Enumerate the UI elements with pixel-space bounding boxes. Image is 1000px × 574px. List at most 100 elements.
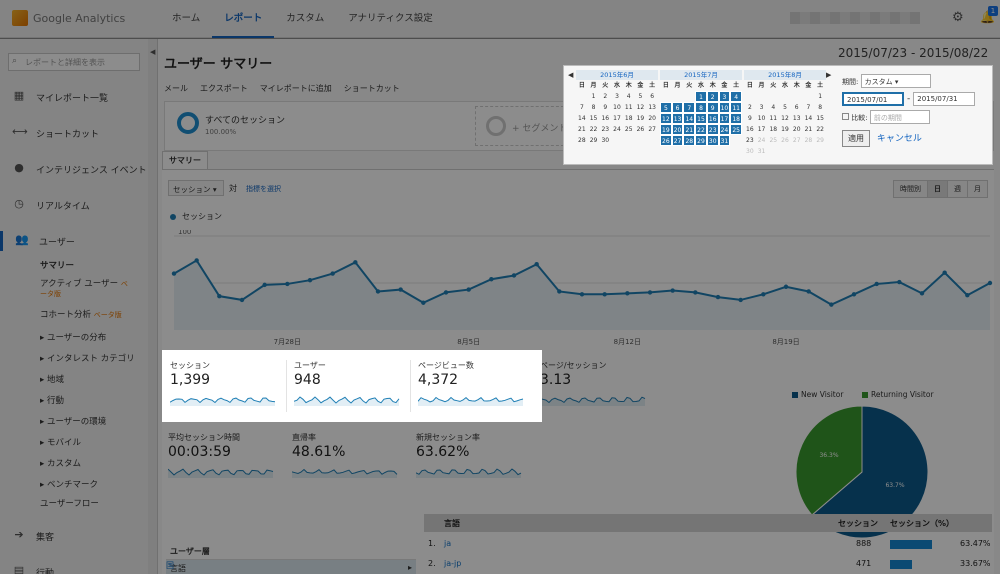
- calendar-day[interactable]: 4: [767, 102, 779, 113]
- calendar-day[interactable]: 17: [611, 113, 623, 124]
- calendar-day[interactable]: 26: [660, 135, 672, 146]
- calendar-day[interactable]: 31: [718, 135, 731, 146]
- calendar-day[interactable]: 13: [646, 102, 658, 113]
- sub-item-custom[interactable]: ▸ カスタム: [40, 457, 81, 469]
- data-point[interactable]: [761, 292, 766, 297]
- calendar-day[interactable]: 23: [744, 135, 756, 146]
- data-point[interactable]: [239, 297, 245, 303]
- data-point[interactable]: [715, 294, 721, 300]
- demographics-row-country[interactable]: 国: [166, 560, 174, 571]
- data-point[interactable]: [919, 291, 925, 296]
- calendar-day[interactable]: 12: [635, 102, 647, 113]
- calendar-day[interactable]: 6: [791, 102, 803, 113]
- calendar-day[interactable]: 2: [706, 91, 719, 102]
- calendar-day[interactable]: 5: [779, 102, 791, 113]
- data-point[interactable]: [534, 262, 539, 267]
- sidebar-item-audience[interactable]: 👥 ユーザー: [0, 231, 148, 251]
- sidebar-item-intelligence[interactable]: ● インテリジェンス イベント: [0, 159, 148, 179]
- calendar-day[interactable]: 26: [779, 135, 791, 146]
- calendar-day[interactable]: 30: [706, 135, 719, 146]
- sub-item-users-flow[interactable]: ユーザーフロー: [40, 497, 99, 509]
- calendar-day[interactable]: 25: [767, 135, 779, 146]
- segment-name[interactable]: すべてのセッション: [205, 113, 285, 126]
- data-point[interactable]: [987, 280, 993, 286]
- calendar-day[interactable]: 13: [791, 113, 803, 124]
- tab-summary[interactable]: サマリー: [162, 151, 208, 169]
- calendar-day[interactable]: 21: [683, 124, 696, 135]
- scorecard[interactable]: ページ/セッション 3.13: [536, 360, 654, 412]
- calendar-day[interactable]: 28: [683, 135, 696, 146]
- calendar-day[interactable]: 17: [756, 124, 768, 135]
- calendar-day[interactable]: 22: [588, 124, 600, 135]
- calendar-day[interactable]: 3: [718, 91, 731, 102]
- calendar-day[interactable]: 18: [623, 113, 635, 124]
- calendar-day[interactable]: 14: [576, 113, 588, 124]
- calendar-day[interactable]: 29: [588, 135, 600, 146]
- calendar-day[interactable]: 11: [767, 113, 779, 124]
- calendar-day[interactable]: 10: [718, 102, 731, 113]
- scorecard[interactable]: セッション 1,399: [166, 360, 284, 412]
- calendar-day[interactable]: 17: [718, 113, 731, 124]
- calendar-day[interactable]: 19: [779, 124, 791, 135]
- data-point[interactable]: [965, 293, 970, 298]
- period-select[interactable]: カスタム ▾: [860, 74, 931, 88]
- language-row[interactable]: 1. ja 888 63.47%: [424, 536, 992, 554]
- calendar-day[interactable]: 24: [756, 135, 768, 146]
- nav-reports[interactable]: レポート: [212, 0, 275, 38]
- end-date-input[interactable]: 2015/07/31: [913, 92, 976, 106]
- calendar-day[interactable]: 2: [599, 91, 611, 102]
- sidebar-item-realtime[interactable]: ◷ リアルタイム: [0, 195, 148, 215]
- calendar-day[interactable]: 14: [803, 113, 815, 124]
- shortcut-button[interactable]: ショートカット: [344, 83, 400, 94]
- cancel-link[interactable]: キャンセル: [877, 134, 922, 144]
- calendar-day[interactable]: 20: [791, 124, 803, 135]
- calendar-day[interactable]: 25: [730, 124, 742, 135]
- sub-item-overview[interactable]: サマリー: [40, 259, 74, 271]
- calendar-day[interactable]: 14: [683, 113, 696, 124]
- data-point[interactable]: [285, 281, 290, 287]
- sub-item-cohort[interactable]: コホート分析 ベータ版: [40, 308, 122, 320]
- sub-item-behavior[interactable]: ▸ 行動: [40, 394, 64, 406]
- add-to-dashboard-button[interactable]: マイレポートに追加: [260, 83, 332, 94]
- calendar-day[interactable]: 29: [695, 135, 707, 146]
- day-button[interactable]: 日: [927, 180, 948, 198]
- next-month-icon[interactable]: ▶: [826, 71, 831, 79]
- calendar-day[interactable]: 7: [683, 102, 696, 113]
- nav-admin[interactable]: アナリティクス設定: [336, 0, 444, 38]
- calendar-day[interactable]: 18: [767, 124, 779, 135]
- calendar-day[interactable]: 12: [779, 113, 791, 124]
- calendar-day[interactable]: 19: [635, 113, 647, 124]
- data-point[interactable]: [602, 292, 607, 297]
- calendar-day[interactable]: 9: [706, 102, 719, 113]
- email-button[interactable]: メール: [164, 83, 188, 94]
- calendar-day[interactable]: 12: [660, 113, 672, 124]
- scorecard[interactable]: 平均セッション時間 00:03:59: [164, 432, 282, 484]
- sidebar-item-dashboards[interactable]: ▦ マイレポート一覧: [0, 87, 148, 107]
- calendar-day[interactable]: 3: [756, 102, 768, 113]
- calendar-day[interactable]: 1: [814, 91, 826, 102]
- data-point[interactable]: [466, 287, 471, 292]
- data-point[interactable]: [171, 271, 177, 276]
- scorecard[interactable]: ページビュー数 4,372: [414, 360, 532, 412]
- data-point[interactable]: [375, 289, 381, 294]
- compare-checkbox[interactable]: [842, 113, 849, 120]
- calendar-day[interactable]: 24: [611, 124, 623, 135]
- week-button[interactable]: 週: [947, 180, 968, 198]
- prev-month-icon[interactable]: ◀: [568, 71, 573, 79]
- metric-select[interactable]: セッション ▾: [168, 180, 224, 196]
- calendar-day[interactable]: 20: [646, 113, 658, 124]
- calendar-day[interactable]: 30: [599, 135, 611, 146]
- scorecard[interactable]: 新規セッション率 63.62%: [412, 432, 530, 484]
- calendar-day[interactable]: 23: [706, 124, 719, 135]
- data-point[interactable]: [693, 290, 698, 295]
- data-point[interactable]: [783, 284, 789, 289]
- scorecard[interactable]: ユーザー 948: [290, 360, 408, 412]
- data-point[interactable]: [806, 289, 811, 294]
- calendar-day[interactable]: 24: [718, 124, 731, 135]
- calendar-day[interactable]: 27: [646, 124, 658, 135]
- data-point[interactable]: [398, 287, 403, 292]
- data-point[interactable]: [217, 293, 222, 299]
- demographics-row-language[interactable]: 言語 ▸: [166, 560, 416, 574]
- sub-item-benchmark[interactable]: ▸ ベンチマーク: [40, 478, 98, 490]
- ga-logo[interactable]: Google Analytics: [12, 10, 125, 26]
